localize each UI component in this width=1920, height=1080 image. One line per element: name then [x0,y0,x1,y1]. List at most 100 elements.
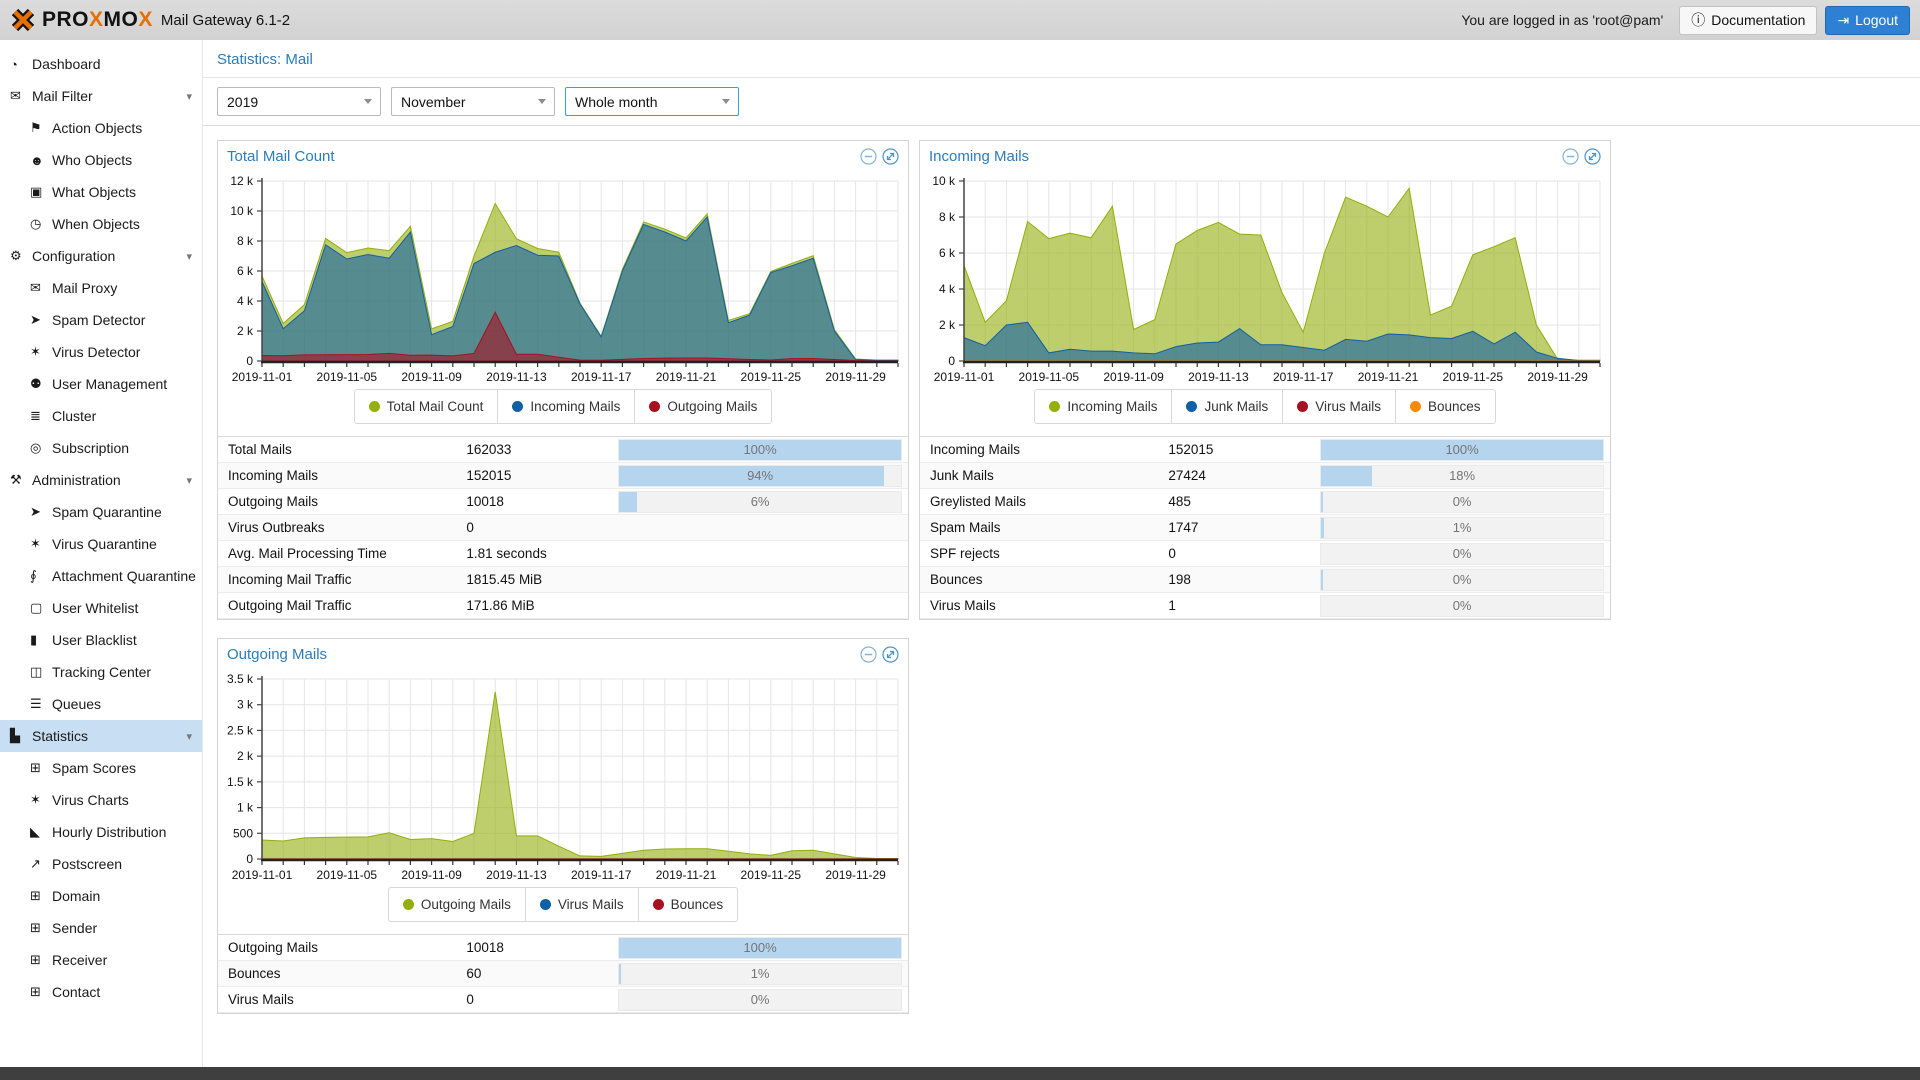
legend-item-total-mail-count[interactable]: Total Mail Count [355,390,498,423]
sidebar-item-what-objects[interactable]: ▣What Objects [0,176,202,208]
sidebar-item-receiver[interactable]: ⊞Receiver [0,944,202,976]
documentation-button[interactable]: ⓘ Documentation [1679,6,1817,35]
file-outline-icon: ▢ [30,600,52,616]
stat-value: 60 [466,966,618,981]
sidebar-item-label: Spam Quarantine [52,504,162,520]
sidebar-item-when-objects[interactable]: ◷When Objects [0,208,202,240]
maximize-panel-icon[interactable] [882,148,899,165]
sidebar-item-attachment-quarantine[interactable]: ∮Attachment Quarantine [0,560,202,592]
chevron-down-icon[interactable] [714,99,738,104]
content-area: Statistics: Mail 2019 November Whole mon… [203,40,1920,1080]
chevron-down-icon[interactable]: ▾ [186,730,196,743]
sidebar-item-dashboard[interactable]: ◔Dashboard [0,48,202,80]
stat-value: 10018 [466,940,618,955]
sidebar-item-mail-proxy[interactable]: ✉Mail Proxy [0,272,202,304]
svg-text:4 k: 4 k [237,294,254,308]
sidebar-item-user-management[interactable]: ⚉User Management [0,368,202,400]
sidebar-item-user-whitelist[interactable]: ▢User Whitelist [0,592,202,624]
logout-button[interactable]: ⇥ Logout [1825,6,1910,35]
legend-item-outgoing-mails[interactable]: Outgoing Mails [634,390,771,423]
sidebar-item-virus-charts[interactable]: ✶Virus Charts [0,784,202,816]
legend-item-junk-mails[interactable]: Junk Mails [1171,390,1282,423]
sidebar-item-label: Virus Detector [52,344,140,360]
percent-label: 100% [619,938,901,958]
sidebar-item-configuration[interactable]: ⚙Configuration▾ [0,240,202,272]
legend-item-incoming-mails[interactable]: Incoming Mails [497,390,634,423]
collapse-panel-icon[interactable] [1562,148,1579,165]
stat-bar-cell: 0% [618,989,908,1011]
sidebar-item-subscription[interactable]: ◎Subscription [0,432,202,464]
sidebar-item-who-objects[interactable]: ☻Who Objects [0,144,202,176]
stats-row: Avg. Mail Processing Time1.81 seconds [218,541,908,567]
svg-text:0: 0 [246,354,253,368]
maximize-panel-icon[interactable] [1584,148,1601,165]
chevron-down-icon[interactable]: ▾ [186,90,196,103]
percent-label: 94% [619,466,901,486]
top-header-bar: PROXMOX Mail Gateway 6.1-2 You are logge… [0,0,1920,40]
file-filled-icon: ▮ [30,632,52,648]
stat-value: 0 [466,992,618,1007]
legend-dot [1186,401,1197,412]
percent-bar-track: 0% [1320,543,1604,565]
sidebar-item-spam-detector[interactable]: ➤Spam Detector [0,304,202,336]
stat-label: Virus Mails [920,598,1168,613]
chevron-down-icon[interactable]: ▾ [186,474,196,487]
legend-label: Incoming Mails [1067,399,1157,414]
chevron-down-icon[interactable] [356,99,380,104]
percent-bar-track: 0% [1320,491,1604,513]
sidebar-item-postscreen[interactable]: ↗Postscreen [0,848,202,880]
legend-item-outgoing-mails[interactable]: Outgoing Mails [389,888,525,921]
year-select[interactable]: 2019 [217,87,381,116]
sidebar-item-spam-quarantine[interactable]: ➤Spam Quarantine [0,496,202,528]
stats-row: Virus Mails10% [920,593,1610,619]
chevron-down-icon[interactable]: ▾ [186,250,196,263]
legend-label: Total Mail Count [387,399,484,414]
app: PROXMOX Mail Gateway 6.1-2 You are logge… [0,0,1920,1080]
stat-value: 152015 [466,468,618,483]
svg-text:8 k: 8 k [237,234,254,248]
chart-legend: Total Mail Count Incoming MailsOutgoing M… [354,389,773,424]
maximize-panel-icon[interactable] [882,646,899,663]
sidebar-item-virus-quarantine[interactable]: ✶Virus Quarantine [0,528,202,560]
sidebar-item-action-objects[interactable]: ⚑Action Objects [0,112,202,144]
panel-incoming-mails: Incoming Mails 02 k4 k6 k8 k10 k2019-11-… [919,140,1611,620]
percent-bar-track: 0% [1320,569,1604,591]
sidebar-item-hourly-distribution[interactable]: ◣Hourly Distribution [0,816,202,848]
sidebar-item-statistics[interactable]: ▙Statistics▾ [0,720,202,752]
sidebar-item-domain[interactable]: ⊞Domain [0,880,202,912]
percent-label: 18% [1321,466,1603,486]
month-select[interactable]: November [391,87,555,116]
legend-item-bounces[interactable]: Bounces [638,888,738,921]
sidebar-item-mail-filter[interactable]: ✉Mail Filter▾ [0,80,202,112]
bottom-bar [0,1067,1920,1080]
sidebar-item-cluster[interactable]: ≣Cluster [0,400,202,432]
stat-label: Incoming Mails [218,468,466,483]
timespan-select[interactable]: Whole month [565,87,739,116]
incoming-mails-stats-table: Incoming Mails152015100%Junk Mails274241… [920,436,1610,619]
legend-label: Virus Mails [1315,399,1381,414]
svg-text:0: 0 [246,852,253,866]
sidebar-item-administration[interactable]: ⚒Administration▾ [0,464,202,496]
percent-bar-track: 100% [618,439,902,461]
stat-label: Avg. Mail Processing Time [218,546,466,561]
sidebar-item-sender[interactable]: ⊞Sender [0,912,202,944]
sidebar-item-tracking-center[interactable]: ◫Tracking Center [0,656,202,688]
sidebar-item-spam-scores[interactable]: ⊞Spam Scores [0,752,202,784]
legend-item-virus-mails[interactable]: Virus Mails [1282,390,1395,423]
collapse-panel-icon[interactable] [860,148,877,165]
legend-item-virus-mails[interactable]: Virus Mails [525,888,638,921]
svg-text:2019-11-01: 2019-11-01 [232,370,293,384]
user-circle-icon: ☻ [30,153,52,168]
login-status-text: You are logged in as 'root@pam' [1461,12,1663,28]
legend-item-incoming-mails[interactable]: Incoming Mails [1035,390,1171,423]
stat-label: Junk Mails [920,468,1168,483]
sidebar-item-queues[interactable]: ☰Queues [0,688,202,720]
sidebar-item-user-blacklist[interactable]: ▮User Blacklist [0,624,202,656]
filter-toolbar: 2019 November Whole month [203,78,1920,126]
legend-item-bounces[interactable]: Bounces [1395,390,1495,423]
chevron-down-icon[interactable] [530,99,554,104]
sidebar-item-virus-detector[interactable]: ✶Virus Detector [0,336,202,368]
stats-row: Total Mails162033100% [218,437,908,463]
collapse-panel-icon[interactable] [860,646,877,663]
sidebar-item-contact[interactable]: ⊞Contact [0,976,202,1008]
